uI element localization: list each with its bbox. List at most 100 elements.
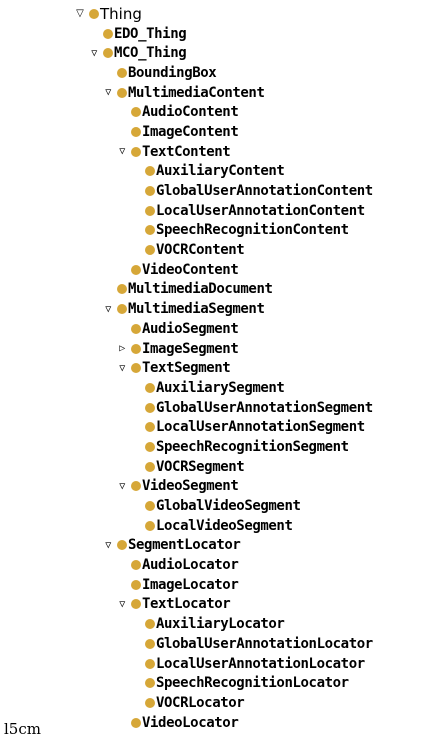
class-dot-icon [131,323,141,334]
triangle-down-icon[interactable]: ▽ [102,304,114,315]
class-dot-icon [131,560,141,571]
class-dot-icon [145,520,155,531]
class-dot-icon [117,304,127,315]
class-dot-icon [117,540,127,551]
tree-node[interactable]: VOCRContent [0,240,445,260]
triangle-down-icon[interactable]: ▽ [102,540,114,551]
tree-node[interactable]: ▷ ImageSegment [0,339,445,359]
tree-node[interactable]: ▽ TextSegment [0,358,445,378]
class-dot-icon [117,87,127,98]
tree-node-label: LocalUserAnnotationSegment [156,419,365,436]
tree-node[interactable]: AuxiliaryContent [0,162,445,182]
tree-node-label: SpeechRecognitionLocator [156,675,349,692]
tree-node[interactable]: ▽ MultimediaContent [0,83,445,103]
tree-node[interactable]: ▽ TextLocator [0,595,445,615]
tree-node-label: BoundingBox [128,64,217,81]
tree-node[interactable]: LocalVideoSegment [0,516,445,536]
tree-node-label: VOCRContent [156,242,245,259]
class-dot-icon [145,658,155,669]
tree-node[interactable]: SpeechRecognitionContent [0,221,445,241]
class-dot-icon [145,619,155,630]
tree-node[interactable]: SpeechRecognitionSegment [0,437,445,457]
tree-node-label: MultimediaSegment [128,301,265,318]
tree-node-label: VideoSegment [142,478,239,495]
tree-node[interactable]: GlobalUserAnnotationContent [0,181,445,201]
tree-node[interactable]: ▽ VideoSegment [0,477,445,497]
class-dot-icon [131,579,141,590]
tree-node-label: GlobalVideoSegment [156,498,301,515]
triangle-down-icon[interactable]: ▽ [74,8,86,19]
tree-node-label: ImageSegment [142,340,239,357]
class-dot-icon [131,107,141,118]
tree-node[interactable]: ▽ SegmentLocator [0,536,445,556]
tree-node[interactable]: AudioSegment [0,319,445,339]
tree-node[interactable]: BoundingBox [0,63,445,83]
triangle-down-icon[interactable]: ▽ [102,87,114,98]
triangle-right-icon[interactable]: ▷ [116,343,128,354]
class-dot-icon [131,264,141,275]
tree-node-label: AudioSegment [142,320,239,337]
tree-node-label: TextSegment [142,360,231,377]
class-dot-icon [131,363,141,374]
tree-node[interactable]: AudioContent [0,102,445,122]
tree-node-label: SpeechRecognitionContent [156,222,349,239]
tree-node-label: VOCRSegment [156,458,245,475]
class-dot-icon [145,186,155,197]
tree-node[interactable]: AuxiliaryLocator [0,614,445,634]
tree-node[interactable]: SpeechRecognitionLocator [0,673,445,693]
triangle-down-icon[interactable]: ▽ [116,599,128,610]
class-dot-icon [103,48,113,59]
tree-node[interactable]: MultimediaDocument [0,280,445,300]
tree-node[interactable]: LocalUserAnnotationLocator [0,654,445,674]
tree-node-label: LocalUserAnnotationLocator [156,655,365,672]
tree-node[interactable]: ▽ Thing [0,4,445,24]
triangle-down-icon[interactable]: ▽ [116,481,128,492]
class-dot-icon [89,8,99,19]
tree-node-label: ImageLocator [142,576,239,593]
tree-node-label: AuxiliarySegment [156,379,285,396]
tree-node[interactable]: ▽ MultimediaSegment [0,299,445,319]
triangle-down-icon[interactable]: ▽ [116,363,128,374]
class-dot-icon [145,245,155,256]
tree-node-label: LocalVideoSegment [156,517,293,534]
tree-node-label: VOCRLocator [156,694,245,711]
class-dot-icon [117,67,127,78]
tree-node[interactable]: AudioLocator [0,555,445,575]
class-dot-icon [103,28,113,39]
triangle-down-icon[interactable]: ▽ [88,48,100,59]
tree-node[interactable]: ▽ TextContent [0,142,445,162]
class-dot-icon [131,599,141,610]
tree-node[interactable]: GlobalUserAnnotationLocator [0,634,445,654]
tree-node[interactable]: ImageLocator [0,575,445,595]
class-dot-icon [145,638,155,649]
tree-node-label: MCO_Thing [114,45,187,62]
tree-node-label: TextContent [142,143,231,160]
triangle-down-icon[interactable]: ▽ [116,146,128,157]
tree-node-label: MultimediaContent [128,84,265,101]
tree-node[interactable]: AuxiliarySegment [0,378,445,398]
tree-node[interactable]: VideoLocator [0,713,445,733]
tree-node[interactable]: ▽ MCO_Thing [0,43,445,63]
tree-node[interactable]: ImageContent [0,122,445,142]
tree-node[interactable]: LocalUserAnnotationContent [0,201,445,221]
tree-node-label: GlobalUserAnnotationLocator [156,635,373,652]
tree-node[interactable]: LocalUserAnnotationSegment [0,417,445,437]
tree-node[interactable]: VOCRLocator [0,693,445,713]
tree-node[interactable]: VOCRSegment [0,457,445,477]
tree-node-label: EDO_Thing [114,25,187,42]
tree-node[interactable]: GlobalVideoSegment [0,496,445,516]
class-dot-icon [117,284,127,295]
tree-node-label: AudioContent [142,104,239,121]
tree-node[interactable]: EDO_Thing [0,24,445,44]
class-dot-icon [131,717,141,728]
tree-node[interactable]: GlobalUserAnnotationSegment [0,398,445,418]
class-hierarchy-tree: ▽ Thing EDO_Thing ▽ MCO_Thing BoundingBox ▽ Mul… [0,4,445,732]
tree-node-label: AudioLocator [142,557,239,574]
class-dot-icon [145,461,155,472]
class-dot-icon [145,402,155,413]
class-dot-icon [145,205,155,216]
class-dot-icon [131,343,141,354]
tree-node[interactable]: VideoContent [0,260,445,280]
class-dot-icon [131,146,141,157]
tree-node-label: GlobalUserAnnotationContent [156,183,373,200]
